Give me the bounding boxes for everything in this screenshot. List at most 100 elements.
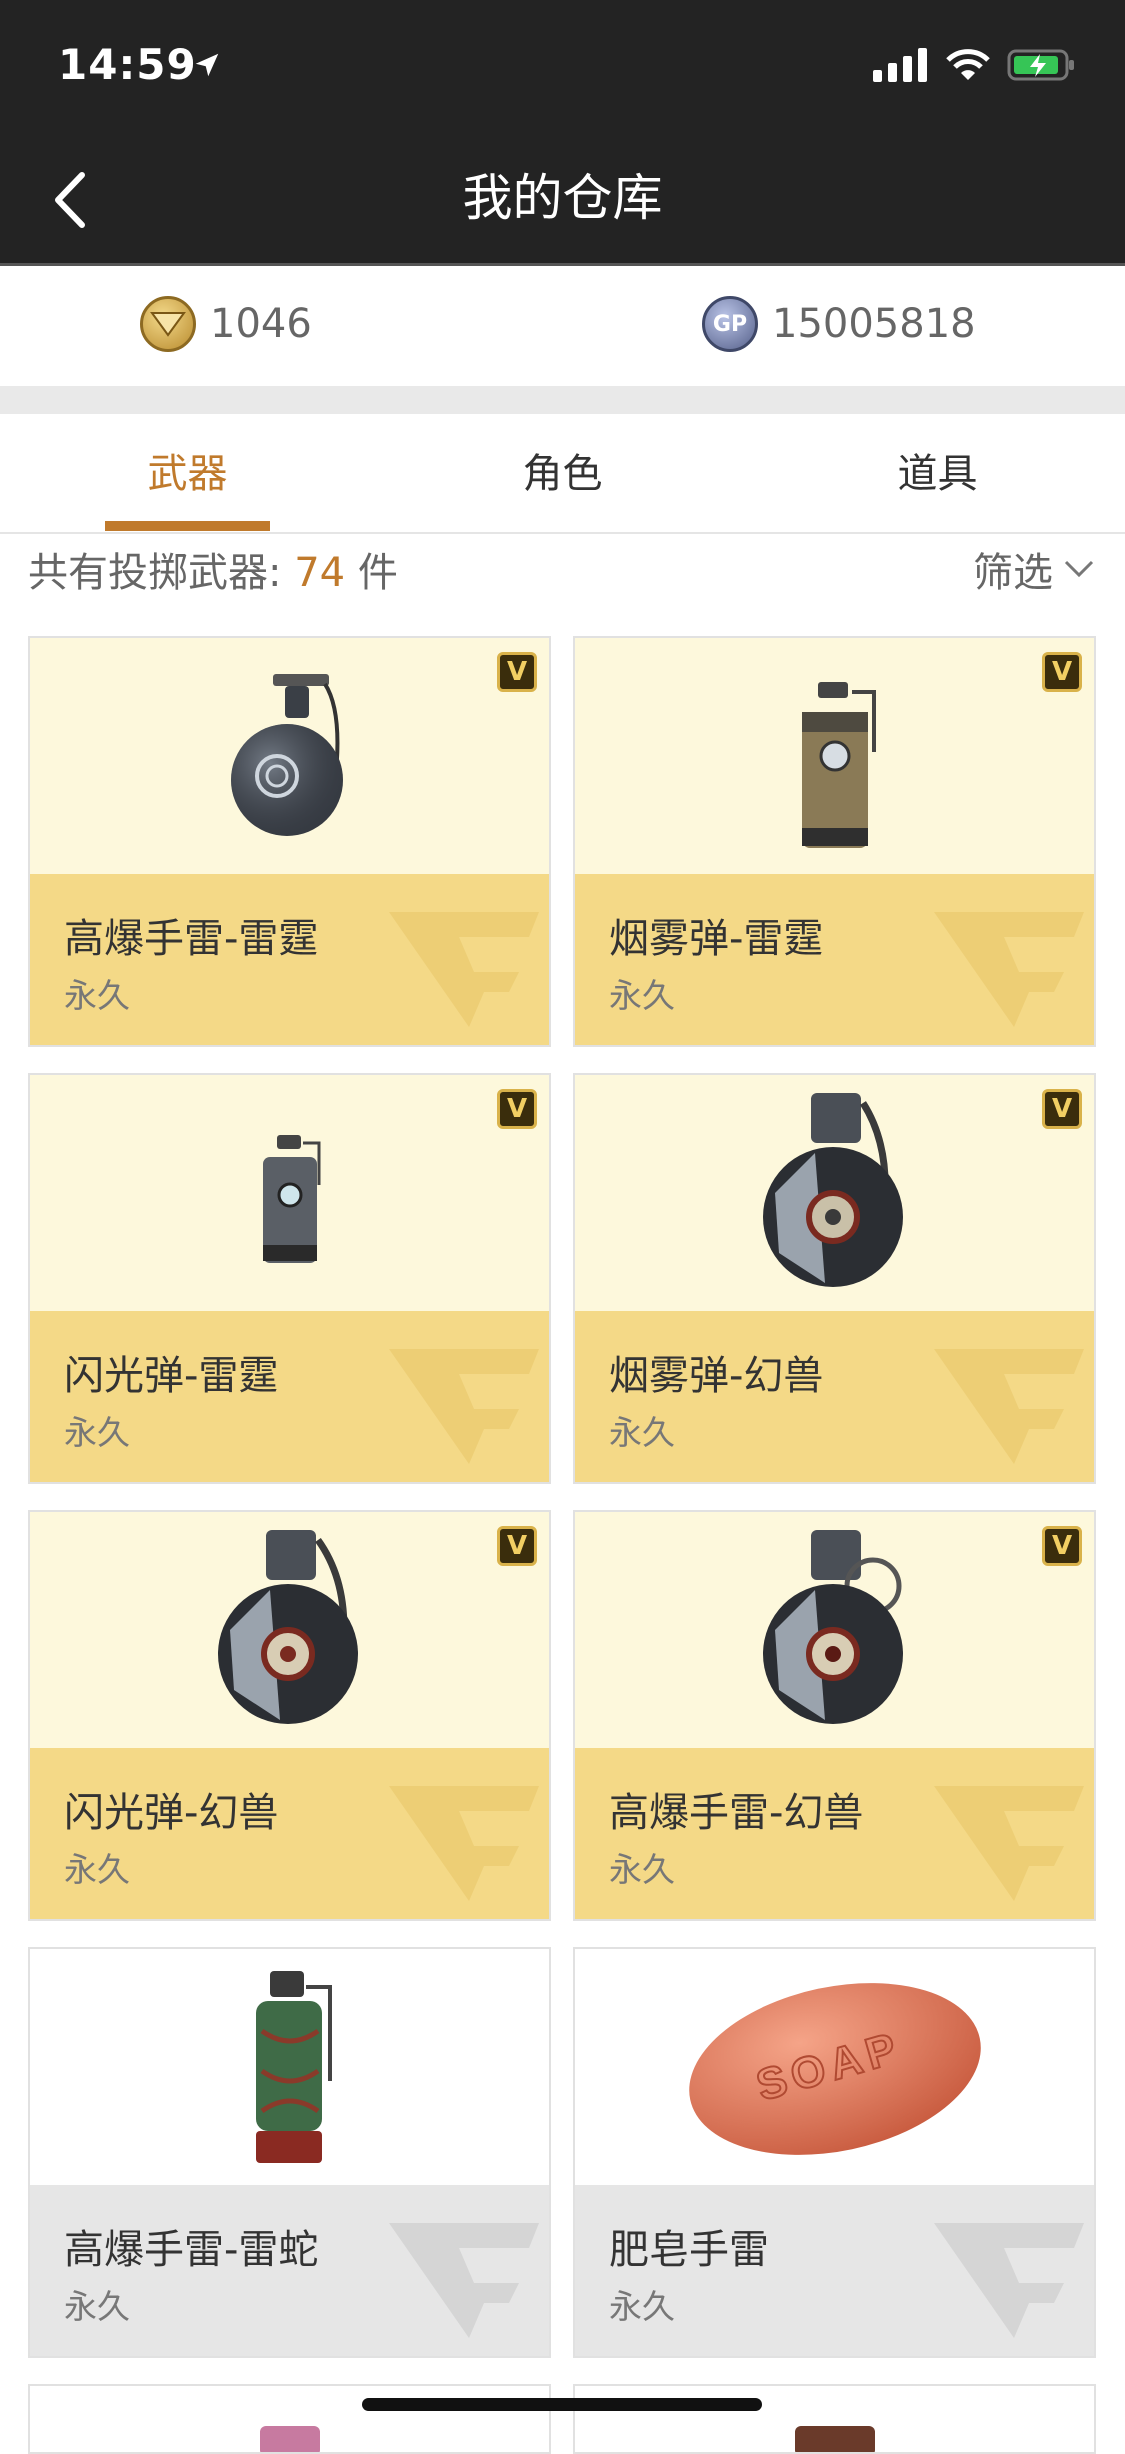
item-info: 闪光弹-雷霆 永久: [30, 1311, 549, 1482]
item-image-area: [30, 2386, 549, 2452]
cf-coin-icon: [140, 296, 196, 352]
item-duration: 永久: [64, 2287, 130, 2326]
cf-watermark-icon: [934, 2223, 1084, 2338]
summary-suffix: 件: [345, 550, 398, 596]
item-card[interactable]: V 闪光弹-幻兽 永久: [28, 1510, 551, 1921]
cf-watermark-icon: [389, 1349, 539, 1464]
item-info: 高爆手雷-幻兽 永久: [575, 1748, 1094, 1919]
status-indicators: [873, 48, 1077, 82]
item-image-area: V: [575, 638, 1094, 874]
beast-grenade-icon: [762, 1530, 903, 1724]
status-bar: 14:59: [0, 0, 1125, 130]
item-image-area: [575, 2386, 1094, 2452]
item-name: 肥皂手雷: [609, 2227, 769, 2273]
chevron-left-icon: [55, 172, 85, 228]
thunder-smoke-icon: [801, 682, 876, 848]
item-image-area: V: [30, 1075, 549, 1311]
chevron-down-icon: [1064, 560, 1094, 578]
item-duration: 永久: [64, 976, 130, 1015]
tab-items[interactable]: 道具: [750, 414, 1125, 534]
item-image-area: [30, 1949, 549, 2185]
thunder-grenade-icon: [230, 674, 343, 836]
gp-balance: GP 15005818: [702, 296, 976, 352]
battery-charging-icon: [1007, 49, 1074, 81]
gp-coin-label: GP: [712, 311, 748, 337]
item-duration: 永久: [64, 1850, 130, 1889]
vip-badge-icon: V: [497, 1089, 537, 1129]
cf-watermark-icon: [389, 2223, 539, 2338]
tab-characters[interactable]: 角色: [375, 414, 750, 534]
item-image-area: V: [30, 1512, 549, 1748]
item-duration: 永久: [64, 1413, 130, 1452]
item-duration: 永久: [609, 1850, 675, 1889]
back-button[interactable]: [30, 160, 110, 240]
cf-watermark-icon: [934, 1786, 1084, 1901]
vip-badge-icon: V: [1042, 1526, 1082, 1566]
razer-grenade-icon: [255, 1971, 332, 2163]
item-name: 高爆手雷-雷蛇: [64, 2227, 319, 2273]
item-card[interactable]: V 闪光弹-雷霆 永久: [28, 1073, 551, 1484]
item-name: 烟雾弹-雷霆: [609, 916, 824, 962]
cf-points-balance: 1046: [140, 296, 312, 352]
item-card[interactable]: 高爆手雷-雷蛇 永久: [28, 1947, 551, 2358]
item-thumbnail-icon: [794, 2426, 875, 2452]
item-name: 闪光弹-雷霆: [64, 1353, 279, 1399]
item-image-area: V: [575, 1075, 1094, 1311]
home-indicator[interactable]: [362, 2398, 762, 2411]
cf-watermark-icon: [389, 912, 539, 1027]
item-thumbnail-icon: [259, 2426, 320, 2452]
item-card-partial[interactable]: [28, 2384, 551, 2454]
active-tab-indicator: [105, 521, 270, 531]
item-duration: 永久: [609, 1413, 675, 1452]
item-card[interactable]: V 高爆手雷-幻兽 永久: [573, 1510, 1096, 1921]
vip-badge-icon: V: [497, 1526, 537, 1566]
item-duration: 永久: [609, 976, 675, 1015]
item-card[interactable]: V 烟雾弹-幻兽 永久: [573, 1073, 1096, 1484]
vip-badge-icon: V: [497, 652, 537, 692]
summary-count: 74: [294, 550, 346, 596]
item-info: 闪光弹-幻兽 永久: [30, 1748, 549, 1919]
nav-bar: 我的仓库: [0, 130, 1125, 266]
tab-weapons[interactable]: 武器: [0, 414, 375, 534]
item-card[interactable]: V 高爆手雷-雷霆 永久: [28, 636, 551, 1047]
signal-icon: [873, 48, 927, 82]
filter-label: 筛选: [973, 550, 1053, 596]
summary-prefix: 共有投掷武器:: [28, 550, 295, 596]
soap-grenade-icon: SOAP: [688, 1983, 981, 2155]
page-title: 我的仓库: [462, 169, 663, 227]
item-card[interactable]: SOAP 肥皂手雷 永久: [573, 1947, 1096, 2358]
item-card[interactable]: V 烟雾弹-雷霆 永久: [573, 636, 1096, 1047]
item-name: 高爆手雷-雷霆: [64, 916, 319, 962]
item-image-area: SOAP: [575, 1949, 1094, 2185]
currency-bar: 1046 GP 15005818: [0, 266, 1125, 386]
item-info: 烟雾弹-雷霆 永久: [575, 874, 1094, 1045]
item-name: 高爆手雷-幻兽: [609, 1790, 864, 1836]
item-name: 闪光弹-幻兽: [64, 1790, 279, 1836]
gp-value: 15005818: [772, 301, 976, 347]
item-name: 烟雾弹-幻兽: [609, 1353, 824, 1399]
item-info: 高爆手雷-雷霆 永久: [30, 874, 549, 1045]
section-divider: [0, 386, 1125, 414]
cf-watermark-icon: [934, 912, 1084, 1027]
vip-badge-icon: V: [1042, 1089, 1082, 1129]
status-time: 14:59: [58, 40, 197, 89]
beast-flash-icon: [217, 1530, 358, 1724]
location-arrow-icon: [195, 53, 219, 77]
wifi-icon: [946, 49, 990, 80]
cf-watermark-icon: [934, 1349, 1084, 1464]
filter-button[interactable]: 筛选: [973, 540, 1095, 598]
item-image-area: V: [30, 638, 549, 874]
item-card-partial[interactable]: [573, 2384, 1096, 2454]
item-info: 烟雾弹-幻兽 永久: [575, 1311, 1094, 1482]
thunder-flash-icon: [262, 1135, 320, 1263]
cf-points-value: 1046: [210, 301, 312, 347]
cf-watermark-icon: [389, 1786, 539, 1901]
category-tabs: 武器 角色 道具: [0, 414, 1125, 534]
item-image-area: V: [575, 1512, 1094, 1748]
item-info: 高爆手雷-雷蛇 永久: [30, 2185, 549, 2356]
gp-coin-icon: GP: [702, 296, 758, 352]
vip-badge-icon: V: [1042, 652, 1082, 692]
item-duration: 永久: [609, 2287, 675, 2326]
beast-smoke-icon: [762, 1093, 903, 1287]
item-info: 肥皂手雷 永久: [575, 2185, 1094, 2356]
